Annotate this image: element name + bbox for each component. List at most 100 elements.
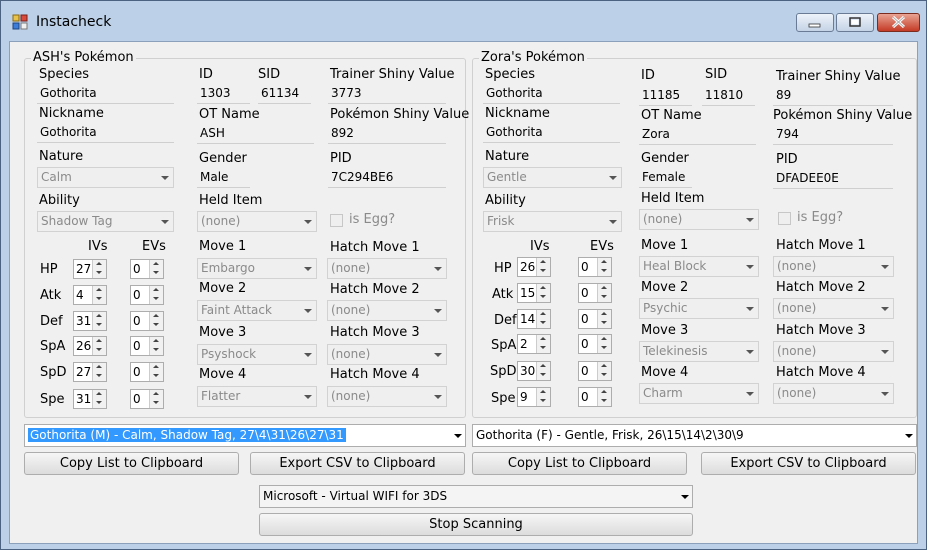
maximize-button[interactable] [836, 13, 874, 32]
right-hatch-move-4-select[interactable]: (none) [773, 383, 894, 404]
left-move-1-select[interactable]: Embargo [197, 258, 317, 279]
spin-arrows-icon[interactable] [92, 260, 106, 278]
stop-scanning-button[interactable]: Stop Scanning [259, 513, 693, 536]
title-bar[interactable]: Instacheck [1, 1, 926, 41]
right-summary-select[interactable]: Gothorita (F) - Gentle, Frisk, 26\15\14\… [472, 424, 917, 447]
left-copy-list-button[interactable]: Copy List to Clipboard [24, 452, 239, 475]
right-iv-spe-stepper[interactable]: 9 [517, 387, 551, 407]
right-nickname-field[interactable]: Gothorita [483, 122, 620, 143]
left-hatch-move-4-select[interactable]: (none) [327, 386, 447, 407]
spin-arrows-icon[interactable] [597, 284, 611, 302]
left-ev-spa-stepper[interactable]: 0 [130, 336, 164, 356]
right-ability-select[interactable]: Frisk [483, 211, 622, 232]
right-iv-hp-stepper[interactable]: 26 [517, 257, 551, 277]
left-sid-field[interactable]: 61134 [258, 83, 311, 104]
left-ev-spd-stepper[interactable]: 0 [130, 362, 164, 382]
left-gender-field[interactable]: Male [197, 167, 250, 188]
right-copy-list-button[interactable]: Copy List to Clipboard [472, 452, 687, 475]
right-ev-spa-stepper[interactable]: 0 [578, 334, 612, 354]
spin-arrows-icon[interactable] [92, 337, 106, 355]
left-pid-field[interactable]: 7C294BE6 [328, 167, 446, 188]
spin-arrows-icon[interactable] [92, 363, 106, 381]
left-ev-def-stepper[interactable]: 0 [130, 311, 164, 331]
left-iv-spe-stepper[interactable]: 31 [73, 389, 107, 409]
left-hatch-move-1-select[interactable]: (none) [327, 258, 447, 279]
right-ot-name-field[interactable]: Zora [639, 124, 756, 145]
left-iv-spa-stepper[interactable]: 26 [73, 336, 107, 356]
left-hatch-move-2-select[interactable]: (none) [327, 300, 447, 321]
right-ev-spd-stepper[interactable]: 0 [578, 361, 612, 381]
spin-arrows-icon[interactable] [92, 312, 106, 330]
right-is-egg-checkbox[interactable] [778, 212, 791, 225]
right-export-csv-button[interactable]: Export CSV to Clipboard [701, 452, 916, 475]
right-move-4-select[interactable]: Charm [639, 383, 759, 404]
left-species-field[interactable]: Gothorita [37, 83, 174, 104]
spin-arrows-icon[interactable] [597, 335, 611, 353]
right-iv-atk-stepper[interactable]: 15 [517, 283, 551, 303]
left-ot-name-field[interactable]: ASH [197, 123, 314, 144]
left-ev-atk-stepper[interactable]: 0 [130, 285, 164, 305]
left-summary-select[interactable]: Gothorita (M) - Calm, Shadow Tag, 27\4\3… [24, 424, 466, 447]
right-move-2-select[interactable]: Psychic [639, 298, 759, 319]
spin-arrows-icon[interactable] [149, 337, 163, 355]
left-move-4-select[interactable]: Flatter [197, 386, 317, 407]
spin-arrows-icon[interactable] [536, 284, 550, 302]
right-ev-spe-stepper[interactable]: 0 [578, 387, 612, 407]
left-ev-spe-stepper[interactable]: 0 [130, 389, 164, 409]
minimize-button[interactable] [796, 13, 834, 32]
right-held-item-select[interactable]: (none) [639, 209, 759, 230]
left-is-egg-checkbox[interactable] [330, 214, 343, 227]
spin-arrows-icon[interactable] [597, 310, 611, 328]
right-sid-field[interactable]: 11810 [702, 85, 755, 106]
close-button[interactable] [877, 13, 920, 32]
left-hatch-move-3-select[interactable]: (none) [327, 344, 447, 365]
spin-arrows-icon[interactable] [536, 388, 550, 406]
right-id-field[interactable]: 11185 [639, 85, 692, 106]
spin-arrows-icon[interactable] [149, 390, 163, 408]
spin-arrows-icon[interactable] [92, 286, 106, 304]
left-iv-def-stepper[interactable]: 31 [73, 311, 107, 331]
spin-arrows-icon[interactable] [92, 390, 106, 408]
left-pokemon-shiny-field[interactable]: 892 [328, 123, 446, 144]
right-ev-hp-stepper[interactable]: 0 [578, 257, 612, 277]
right-move-1-select[interactable]: Heal Block [639, 256, 759, 277]
spin-arrows-icon[interactable] [536, 362, 550, 380]
right-hatch-move-1-select[interactable]: (none) [773, 256, 894, 277]
left-id-field[interactable]: 1303 [197, 83, 250, 104]
right-iv-def-stepper[interactable]: 14 [517, 309, 551, 329]
right-hatch-move-2-select[interactable]: (none) [773, 298, 894, 319]
left-move-2-select[interactable]: Faint Attack [197, 300, 317, 321]
right-species-field[interactable]: Gothorita [483, 83, 620, 104]
left-held-item-select[interactable]: (none) [197, 211, 317, 232]
spin-arrows-icon[interactable] [597, 388, 611, 406]
left-move-3-select[interactable]: Psyshock [197, 344, 317, 365]
left-ev-hp-stepper[interactable]: 0 [130, 259, 164, 279]
spin-arrows-icon[interactable] [149, 363, 163, 381]
spin-arrows-icon[interactable] [536, 258, 550, 276]
left-ability-select[interactable]: Shadow Tag [37, 211, 174, 232]
left-nickname-field[interactable]: Gothorita [37, 122, 174, 143]
right-ev-def-stepper[interactable]: 0 [578, 309, 612, 329]
spin-arrows-icon[interactable] [536, 335, 550, 353]
spin-arrows-icon[interactable] [149, 286, 163, 304]
left-nature-select[interactable]: Calm [37, 167, 174, 188]
right-ev-atk-stepper[interactable]: 0 [578, 283, 612, 303]
spin-arrows-icon[interactable] [149, 312, 163, 330]
left-export-csv-button[interactable]: Export CSV to Clipboard [250, 452, 465, 475]
left-iv-hp-stepper[interactable]: 27 [73, 259, 107, 279]
network-adapter-select[interactable]: Microsoft - Virtual WIFI for 3DS [259, 485, 693, 508]
left-iv-spd-stepper[interactable]: 27 [73, 362, 107, 382]
right-pid-field[interactable]: DFADEE0E [773, 168, 893, 189]
spin-arrows-icon[interactable] [536, 310, 550, 328]
spin-arrows-icon[interactable] [149, 260, 163, 278]
right-trainer-shiny-field[interactable]: 89 [773, 85, 893, 106]
left-iv-atk-stepper[interactable]: 4 [73, 285, 107, 305]
spin-arrows-icon[interactable] [597, 362, 611, 380]
spin-arrows-icon[interactable] [597, 258, 611, 276]
right-move-3-select[interactable]: Telekinesis [639, 341, 759, 362]
right-nature-select[interactable]: Gentle [483, 167, 622, 188]
right-gender-field[interactable]: Female [639, 167, 692, 188]
right-hatch-move-3-select[interactable]: (none) [773, 341, 894, 362]
right-iv-spa-stepper[interactable]: 2 [517, 334, 551, 354]
left-trainer-shiny-field[interactable]: 3773 [328, 83, 446, 104]
